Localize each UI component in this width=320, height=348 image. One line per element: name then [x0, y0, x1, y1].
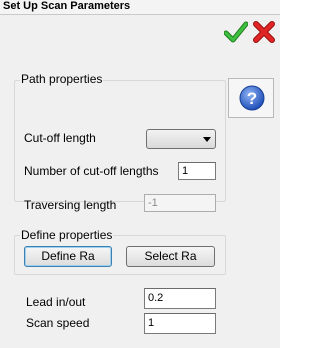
- close-icon: [253, 21, 275, 43]
- path-properties-title: Path properties: [20, 72, 104, 86]
- svg-text:?: ?: [247, 89, 257, 108]
- lead-in-out-label: Lead in/out: [26, 295, 86, 309]
- lead-in-out-input[interactable]: 0.2: [144, 288, 216, 309]
- define-properties-title: Define properties: [20, 228, 114, 242]
- traversing-length-input: -1: [144, 194, 216, 212]
- title-bar: Set Up Scan Parameters: [0, 0, 280, 15]
- cutoff-length-dropdown[interactable]: [146, 129, 216, 149]
- window-title: Set Up Scan Parameters: [3, 0, 131, 12]
- scan-speed-label: Scan speed: [26, 316, 90, 330]
- define-ra-button[interactable]: Define Ra: [24, 246, 112, 267]
- help-button[interactable]: ?: [228, 78, 274, 118]
- cutoff-length-label: Cut-off length: [24, 131, 96, 145]
- ok-button[interactable]: [223, 20, 249, 44]
- check-icon: [223, 21, 249, 43]
- chevron-down-icon: [203, 137, 211, 142]
- cancel-button[interactable]: [252, 20, 276, 44]
- traversing-length-label: Traversing length: [24, 198, 117, 212]
- num-cutoff-input[interactable]: 1: [178, 162, 216, 180]
- scan-speed-input[interactable]: 1: [144, 313, 216, 334]
- select-ra-button[interactable]: Select Ra: [126, 246, 215, 267]
- help-icon: ?: [239, 85, 265, 111]
- num-cutoff-label: Number of cut-off lengths: [24, 164, 159, 178]
